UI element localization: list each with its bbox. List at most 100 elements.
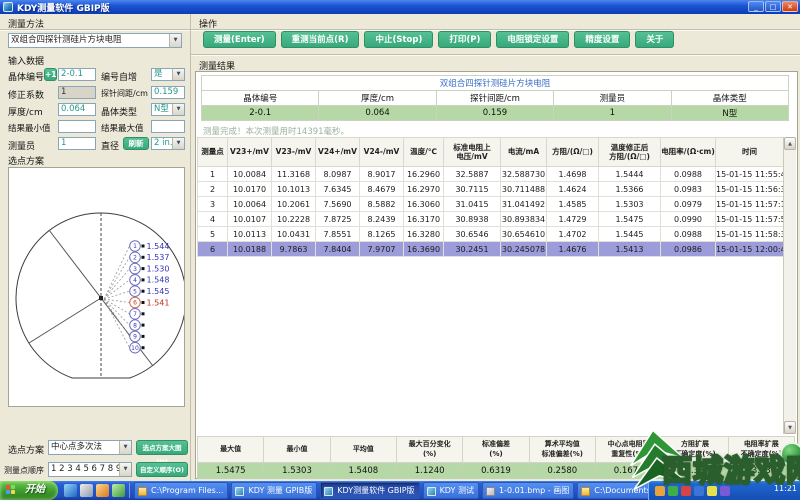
result-cell: 0.0979 (660, 196, 716, 212)
result-cell: 15-01-15 11:58:37 (715, 226, 784, 242)
toolbar-button[interactable]: 中止(Stop) (364, 31, 434, 48)
refresh-button[interactable]: 刷新 (123, 137, 149, 150)
result-cell: 30.893834 (500, 211, 547, 227)
results-column-header: V24-/mV (359, 137, 404, 167)
toolbar-button[interactable]: 电阻锁定设置 (496, 31, 570, 48)
vertical-scrollbar[interactable]: ▲ ▼ (783, 137, 796, 434)
media-player-icon[interactable] (96, 484, 109, 497)
result-cell: 16.3690 (403, 241, 444, 257)
crystal-no-input[interactable]: 2-0.1 (58, 68, 96, 81)
result-cell: 10.0084 (227, 166, 272, 182)
result-max-input[interactable] (151, 120, 185, 133)
taskbar-task[interactable]: 1-0.01.bmp - 画图 (481, 482, 575, 499)
result-row[interactable]: 2 10.0170 10.1013 7.6345 8.4679 16.2970 30.711… (197, 181, 784, 197)
order-select-value: 1 2 3 4 5 6 7 8 9 (51, 464, 122, 474)
results-column-header: V23-/mV (271, 137, 316, 167)
scroll-up-icon[interactable]: ▲ (784, 137, 796, 150)
title-bar: KDY测量软件 GBIP版 _ □ ✕ (0, 0, 800, 14)
result-cell: 10.2061 (271, 196, 316, 212)
result-cell: 0.0983 (660, 181, 716, 197)
result-row[interactable]: 5 10.0113 10.0431 7.8551 8.1265 16.3280 30.654… (197, 226, 784, 242)
taskbar-task[interactable]: C:\Program Files... (134, 482, 229, 499)
spacing-input[interactable]: 0.159 (151, 86, 185, 99)
result-cell: 1.5413 (598, 241, 661, 257)
result-cell: 1.4676 (546, 241, 599, 257)
internet-explorer-icon[interactable] (64, 484, 77, 497)
result-cell: 1.5303 (598, 196, 661, 212)
scheme-big-button[interactable]: 选点方案大图(D) (136, 440, 188, 466)
toolbar-button[interactable]: 重测当前点(R) (280, 31, 360, 48)
status-message: 测量完成！本次测量用时14391毫秒。 (203, 127, 350, 137)
maximize-button-icon[interactable]: □ (765, 1, 781, 12)
stat-value: 0.1674 (594, 462, 663, 479)
divider (0, 29, 190, 31)
wafer-point-value: 1.544 (147, 242, 170, 251)
tray-icon[interactable] (655, 485, 665, 496)
result-cell: 16.3060 (403, 196, 444, 212)
operator-label: 测量员 (8, 142, 36, 152)
result-row[interactable]: 3 10.0064 10.2061 7.5690 8.5882 16.3060 31.041… (197, 196, 784, 212)
result-cell: 1 (197, 166, 228, 182)
chevron-down-icon[interactable]: ▼ (119, 463, 131, 476)
wafer-point-dot (141, 312, 145, 316)
order-select[interactable]: 1 2 3 4 5 6 7 8 9 ▼ (48, 462, 132, 477)
result-cell: 32.588730 (500, 166, 547, 182)
chevron-down-icon[interactable]: ▼ (172, 138, 184, 149)
thickness-input[interactable]: 0.064 (58, 103, 96, 116)
wafer-point-number: 8 (133, 322, 137, 329)
toolbar-button[interactable]: 测量(Enter) (203, 31, 276, 48)
result-cell: 1.5366 (598, 181, 661, 197)
summary-value: 2-0.1 (200, 105, 320, 121)
crystal-type-select[interactable]: N型 ▼ (151, 103, 185, 116)
chevron-down-icon[interactable]: ▼ (172, 69, 184, 80)
toolbar-button[interactable]: 关于 (635, 31, 675, 48)
start-button[interactable]: 开始 (0, 481, 58, 500)
result-cell: 0.0988 (660, 166, 716, 182)
plus-one-button[interactable]: +1 (44, 68, 57, 81)
chevron-down-icon[interactable]: ▼ (119, 441, 131, 454)
custom-order-button[interactable]: 自定义顺序(O) (136, 462, 188, 477)
result-cell: 4 (197, 211, 228, 227)
scheme-select[interactable]: 中心点多次法 ▼ (48, 440, 132, 455)
tray-icon[interactable] (720, 485, 730, 496)
result-cell: 8.2439 (359, 211, 404, 227)
task-label: KDY测量软件 GBIP版 (337, 486, 415, 495)
stat-column-header: 电阻率扩展 不确定度(%) (727, 436, 796, 463)
result-cell: 32.5887 (443, 166, 501, 182)
wafer-point-value: 1.537 (147, 253, 170, 262)
taskbar-task[interactable]: KDY测量软件 GBIP版 (320, 482, 420, 499)
result-cell: 1.4585 (546, 196, 599, 212)
toolbar-button[interactable]: 打印(P) (438, 31, 492, 48)
minimize-button-icon[interactable]: _ (748, 1, 764, 12)
tray-icon[interactable] (694, 485, 704, 496)
result-row[interactable]: 6 10.0188 9.7863 7.8404 7.9707 16.3690 30.2451… (197, 241, 784, 257)
result-min-input[interactable] (58, 120, 96, 133)
operator-input[interactable]: 1 (58, 137, 96, 150)
toolbar-button[interactable]: 精度设置 (574, 31, 631, 48)
summary-column-header: 探针间距/cm (435, 90, 555, 106)
scheme-select-label: 选点方案 (8, 446, 45, 456)
wafer-fan-line (103, 298, 130, 348)
tray-icon[interactable] (681, 485, 691, 496)
result-cell: 0.0986 (660, 241, 716, 257)
result-cell: 10.0107 (227, 211, 272, 227)
taskbar-task[interactable]: KDY 测量 GPIB版 (231, 482, 318, 499)
close-button-icon[interactable]: ✕ (782, 1, 798, 12)
tray-icon[interactable] (668, 485, 678, 496)
wafer-fan-line (103, 298, 130, 303)
result-row[interactable]: 1 10.0084 11.3168 8.0987 8.9017 16.2960 32.588… (197, 166, 784, 182)
show-desktop-icon[interactable] (80, 484, 93, 497)
scroll-down-icon[interactable]: ▼ (784, 421, 796, 434)
diameter-select[interactable]: 2 in. ▼ (151, 137, 185, 150)
wafer-point-number: 4 (133, 277, 137, 284)
chevron-down-icon[interactable]: ▼ (169, 34, 181, 47)
taskbar-task[interactable]: KDY 测试 (422, 482, 479, 499)
tray-icon[interactable] (707, 485, 717, 496)
method-select[interactable]: 双组合四探针测硅片方块电阻 ▼ (8, 33, 182, 48)
result-row[interactable]: 4 10.0107 10.2228 7.8725 8.2439 16.3170 30.893… (197, 211, 784, 227)
app-icon (324, 486, 334, 496)
quick-launch-app-icon[interactable] (112, 484, 125, 497)
auto-inc-select[interactable]: 是 ▼ (151, 68, 185, 81)
stat-value: 3.33 (727, 462, 796, 479)
chevron-down-icon[interactable]: ▼ (172, 104, 184, 115)
